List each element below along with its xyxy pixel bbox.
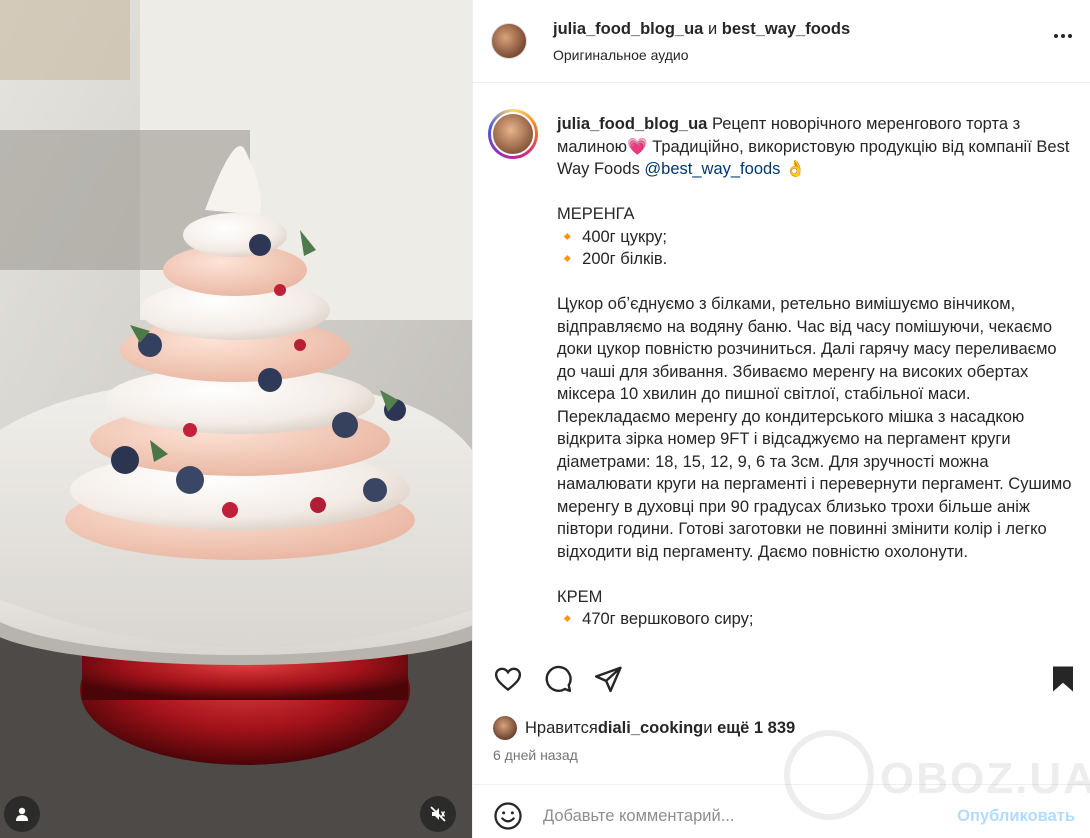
- send-icon: [594, 666, 622, 693]
- emoji-icon: [494, 802, 522, 830]
- comment-icon: [545, 665, 572, 693]
- publish-button[interactable]: Опубликовать: [957, 807, 1075, 826]
- ingredient-item: 470г вершкового сиру;: [582, 610, 754, 628]
- heart-icon: [494, 667, 522, 692]
- comment-input[interactable]: Добавьте комментарий...: [543, 807, 734, 826]
- caption-text: julia_food_blog_ua Рецепт новорічного ме…: [557, 113, 1074, 631]
- comment-button[interactable]: [543, 664, 573, 699]
- post-panel: julia_food_blog_ua и best_way_foods Ориг…: [472, 0, 1090, 838]
- save-button[interactable]: [1049, 664, 1077, 699]
- liker-username[interactable]: diali_cooking: [598, 719, 703, 738]
- mention-link[interactable]: @best_way_foods: [644, 160, 780, 178]
- bullet-icon: 🔸: [557, 227, 578, 246]
- ingredient-item: 400г цукру;: [582, 227, 668, 246]
- mute-button[interactable]: [420, 796, 456, 832]
- share-button[interactable]: [593, 664, 623, 699]
- likes-summary: Нравится diali_cooking и ещё 1 839: [493, 716, 795, 740]
- cake-video-frame: [0, 0, 472, 838]
- post-media[interactable]: [0, 0, 472, 838]
- comment-bar: Добавьте комментарий... Опубликовать: [473, 784, 1090, 838]
- bullet-icon: 🔸: [557, 250, 578, 268]
- section-title-cream: КРЕМ: [557, 587, 603, 606]
- liker-avatar[interactable]: [493, 716, 517, 740]
- ok-emoji: 👌: [780, 160, 806, 178]
- collab-conjunction: и: [707, 19, 718, 38]
- like-button[interactable]: [493, 664, 523, 699]
- caption-avatar[interactable]: [488, 109, 538, 159]
- user-icon: [16, 807, 28, 821]
- likes-count[interactable]: ещё 1 839: [717, 719, 795, 738]
- more-horizontal-icon: [1054, 34, 1058, 38]
- ingredient-item: 200г білків.: [582, 250, 668, 268]
- speaker-muted-icon: [430, 806, 446, 822]
- section-title-meringue: МЕРЕНГА: [557, 205, 635, 223]
- collab-username[interactable]: best_way_foods: [722, 20, 850, 38]
- author-username[interactable]: julia_food_blog_ua: [553, 20, 703, 38]
- author-avatar[interactable]: [491, 23, 527, 59]
- user-tags-button[interactable]: [4, 796, 40, 832]
- bullet-icon: 🔸: [557, 610, 578, 628]
- likes-prefix: Нравится: [525, 718, 598, 737]
- likes-conjunction: и: [703, 718, 713, 737]
- emoji-button[interactable]: [493, 801, 523, 836]
- caption-username[interactable]: julia_food_blog_ua: [557, 115, 707, 133]
- post-header: julia_food_blog_ua и best_way_foods Ориг…: [473, 0, 1090, 83]
- post-date[interactable]: 6 дней назад: [493, 747, 578, 763]
- caption-section: julia_food_blog_ua Рецепт новорічного ме…: [473, 83, 1090, 649]
- recipe-paragraph: Цукор обʼєднуємо з білками, ретельно вим…: [557, 295, 1077, 561]
- more-options-button[interactable]: [1054, 34, 1072, 38]
- heart-emoji: 💗: [627, 137, 648, 156]
- audio-label[interactable]: Оригинальное аудио: [553, 47, 850, 63]
- bookmark-icon: [1053, 666, 1073, 692]
- action-bar: [473, 664, 1090, 704]
